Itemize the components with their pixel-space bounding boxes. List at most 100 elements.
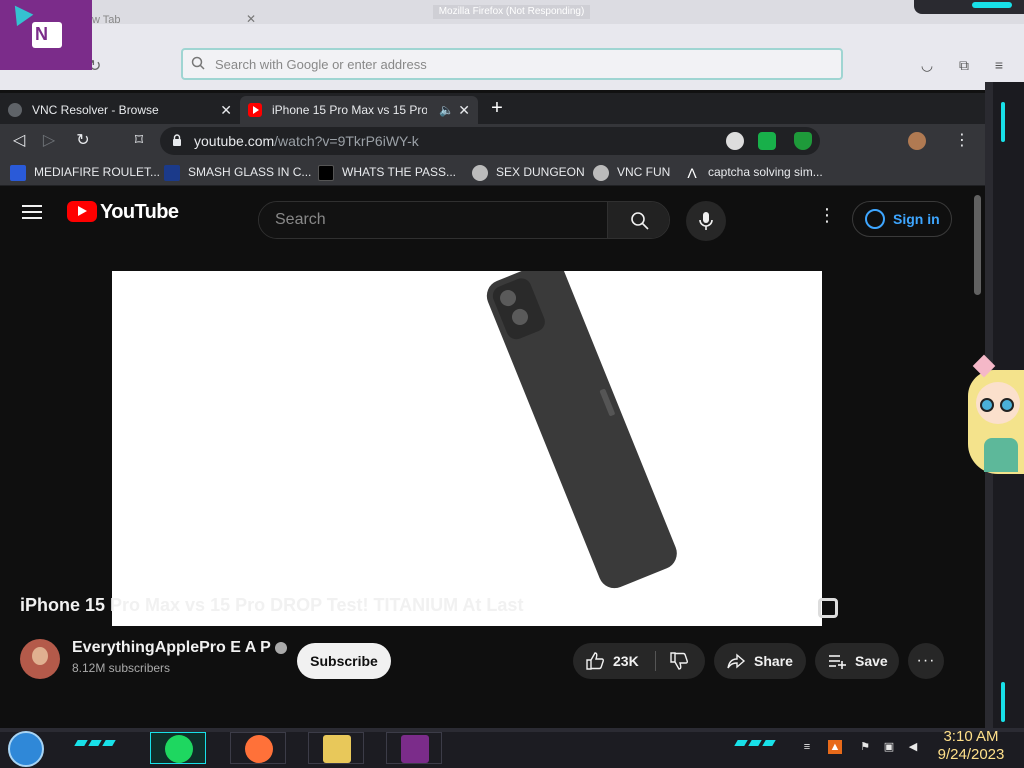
menu-icon[interactable] xyxy=(22,205,42,219)
file-explorer-icon xyxy=(323,735,351,763)
cursor-icon xyxy=(6,0,34,27)
subscribe-button[interactable]: Subscribe xyxy=(297,643,391,679)
pocket-icon[interactable]: ◡ xyxy=(918,56,936,74)
save-label: Save xyxy=(855,653,888,669)
tab-youtube-video[interactable]: iPhone 15 Pro Max vs 15 Pro D 🔈 ✕ xyxy=(240,96,478,124)
youtube-header: YouTube ⋮ Sign in xyxy=(0,187,970,243)
share-icon xyxy=(727,653,746,669)
taskbar-firefox[interactable] xyxy=(230,732,286,764)
firefox-address-placeholder: Search with Google or enter address xyxy=(215,57,427,72)
sticker-eye xyxy=(980,398,994,412)
back-icon[interactable]: ◁ xyxy=(8,130,30,152)
youtube-search-box xyxy=(258,201,670,239)
bookmark-label: SEX DUNGEON xyxy=(496,165,585,179)
firefox-window-title: Mozilla Firefox (Not Responding) xyxy=(433,5,590,19)
clock-time: 3:10 AM xyxy=(943,728,999,745)
like-separator xyxy=(655,651,656,671)
close-icon[interactable]: ✕ xyxy=(220,96,232,124)
channel-avatar[interactable] xyxy=(20,639,60,679)
taskbar-file-explorer[interactable] xyxy=(308,732,364,764)
channel-name[interactable]: EverythingApplePro E A P xyxy=(72,639,287,657)
scrollbar-thumb[interactable] xyxy=(974,195,981,295)
firefox-tab-close-icon[interactable]: ✕ xyxy=(246,12,256,26)
firefox-address-bar[interactable]: Search with Google or enter address xyxy=(181,48,843,80)
close-icon[interactable]: ✕ xyxy=(458,96,470,124)
taskbar-decoration xyxy=(734,740,748,746)
firefox-tab-label[interactable]: w Tab xyxy=(92,14,121,26)
sign-in-button[interactable]: Sign in xyxy=(852,201,952,237)
user-icon xyxy=(865,209,885,229)
tab-label: iPhone 15 Pro Max vs 15 Pro D xyxy=(272,103,427,117)
thumbs-down-icon[interactable] xyxy=(669,651,689,671)
bookmark-icon[interactable]: ⌑ xyxy=(128,130,150,152)
verified-icon xyxy=(274,641,287,654)
bookmark-label: VNC FUN xyxy=(617,165,671,179)
drawing-icon xyxy=(318,164,334,181)
tab-strip: VNC Resolver - Browse ✕ iPhone 15 Pro Ma… xyxy=(0,93,985,124)
tray-stack-icon[interactable]: ≡ xyxy=(800,740,814,754)
bookmark-item[interactable]: VNC FUN xyxy=(593,163,670,181)
chrome-window: VNC Resolver - Browse ✕ iPhone 15 Pro Ma… xyxy=(0,93,985,733)
taskbar-onenote[interactable] xyxy=(386,732,442,764)
bookmark-item[interactable]: MEDIAFIRE ROULET... xyxy=(10,163,160,181)
bookmark-label: WHATS THE PASS... xyxy=(342,165,457,179)
desktop: Mozilla Firefox (Not Responding) w Tab ✕… xyxy=(0,0,1024,768)
search-button[interactable] xyxy=(607,202,669,238)
settings-menu-icon[interactable]: ⋮ xyxy=(818,203,836,227)
cartoon-character-sticker xyxy=(962,354,1024,476)
new-tab-button[interactable]: + xyxy=(486,97,508,119)
tab-vnc-resolver[interactable]: VNC Resolver - Browse ✕ xyxy=(0,96,240,124)
more-actions-button[interactable]: ··· xyxy=(908,643,944,679)
taskbar-decoration xyxy=(762,740,776,746)
save-button[interactable]: Save xyxy=(815,643,899,679)
search-icon xyxy=(191,56,205,70)
taskbar-decoration xyxy=(88,740,102,746)
watermark-icon xyxy=(818,598,838,618)
shield-icon[interactable] xyxy=(794,132,812,150)
profile-avatar[interactable] xyxy=(908,132,926,150)
onenote-icon xyxy=(32,22,62,48)
playlist-add-icon xyxy=(829,655,846,669)
flag-icon[interactable]: ⚑ xyxy=(858,740,872,754)
extensions-icon[interactable]: ⧉ xyxy=(955,56,973,74)
forward-icon[interactable]: ▷ xyxy=(38,130,60,152)
bookmark-item[interactable]: SEX DUNGEON xyxy=(472,163,585,181)
camera-module xyxy=(489,275,548,343)
thumbs-up-icon[interactable] xyxy=(585,651,605,671)
onenote-icon xyxy=(401,735,429,763)
like-count[interactable]: 23K xyxy=(613,643,639,679)
sticker-dress xyxy=(984,438,1018,472)
reload-icon[interactable]: ↻ xyxy=(72,130,94,152)
chrome-menu-icon[interactable]: ⋮ xyxy=(952,130,972,152)
voice-search-button[interactable] xyxy=(686,201,726,241)
message-extension-icon[interactable] xyxy=(758,132,776,150)
youtube-page: YouTube ⋮ Sign in xyxy=(0,187,985,733)
side-button xyxy=(599,388,616,417)
volume-icon[interactable]: ◀ xyxy=(906,740,920,754)
sticker-eye xyxy=(1000,398,1014,412)
start-button[interactable] xyxy=(8,731,44,767)
firefox-menu-icon[interactable]: ≡ xyxy=(990,56,1008,74)
share-label: Share xyxy=(754,653,793,669)
media-icon[interactable] xyxy=(726,132,744,150)
bookmark-item[interactable]: Λcaptcha solving sim... xyxy=(684,163,823,181)
omnibox[interactable]: youtube.com/watch?v=9TkrP6iWY-k xyxy=(160,127,820,155)
tray-app-icon[interactable]: ▲ xyxy=(828,740,842,754)
speaker-icon[interactable]: 🔈 xyxy=(439,96,454,124)
video-player[interactable] xyxy=(112,271,822,626)
bookmark-item[interactable]: SMASH GLASS IN C... xyxy=(164,163,311,181)
sign-in-label: Sign in xyxy=(893,211,940,227)
taskbar-decoration xyxy=(748,740,762,746)
bookmark-label: captcha solving sim... xyxy=(708,165,823,179)
onenote-launcher[interactable] xyxy=(0,0,92,70)
system-clock[interactable]: 3:10 AM 9/24/2023 xyxy=(930,728,1012,768)
lambda-icon: Λ xyxy=(687,164,697,181)
youtube-icon xyxy=(248,103,262,117)
mediafire-icon xyxy=(10,164,26,181)
taskbar-spotify[interactable] xyxy=(150,732,206,764)
share-button[interactable]: Share xyxy=(714,643,806,679)
bookmark-item[interactable]: WHATS THE PASS... xyxy=(318,163,456,181)
lock-icon xyxy=(173,134,181,146)
network-icon[interactable]: ▣ xyxy=(882,740,896,754)
search-input[interactable] xyxy=(259,202,607,238)
